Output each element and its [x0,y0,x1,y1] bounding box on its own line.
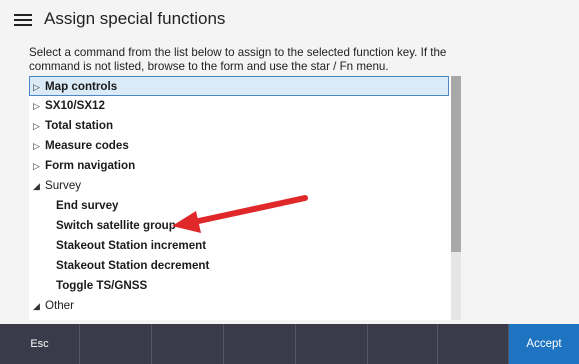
softkey-3[interactable] [152,324,224,364]
list-item-form-navigation[interactable]: ▷ Form navigation [29,156,449,176]
accept-label: Accept [526,338,562,350]
list-item-label: SX10/SX12 [45,99,105,112]
list-item-toggle-ts-gnss[interactable]: Toggle TS/GNSS [29,276,449,296]
list-item-label: Survey [45,179,82,192]
list-item-stakeout-station-decrement[interactable]: Stakeout Station decrement [29,256,449,276]
list-item-label: Toggle TS/GNSS [56,279,148,292]
command-list[interactable]: ▷ Map controls ▷ SX10/SX12 ▷ Total station … [29,76,461,320]
accept-button[interactable]: Accept [509,324,579,364]
list-scrollbar[interactable] [451,76,461,320]
title-bar: Assign special functions [0,0,579,40]
list-item-switch-satellite-group[interactable]: Switch satellite group [29,216,449,236]
page-title: Assign special functions [44,9,226,28]
expand-icon[interactable]: ▷ [33,96,45,116]
list-item-label: Switch satellite group [56,219,176,232]
list-item-map-controls[interactable]: ▷ Map controls [29,76,449,96]
expand-icon[interactable]: ▷ [33,136,45,156]
softkey-4[interactable] [224,324,296,364]
list-item-stakeout-station-increment[interactable]: Stakeout Station increment [29,236,449,256]
list-item-other[interactable]: ◢ Other [29,296,449,316]
hamburger-menu-icon[interactable] [14,14,32,27]
softkey-7[interactable] [438,324,509,364]
softkey-2[interactable] [80,324,152,364]
expand-icon[interactable]: ▷ [33,156,45,176]
list-item-end-survey[interactable]: End survey [29,196,449,216]
esc-label: Esc [30,338,49,350]
expand-icon[interactable]: ▷ [33,77,45,97]
scrollbar-thumb[interactable] [451,76,461,252]
softkey-5[interactable] [296,324,368,364]
list-item-label: Other [45,299,74,312]
bottom-toolbar: Esc Accept [0,324,579,364]
list-item-measure-codes[interactable]: ▷ Measure codes [29,136,449,156]
list-item-label: Map controls [45,80,118,93]
collapse-icon[interactable]: ◢ [33,296,45,316]
collapse-icon[interactable]: ◢ [33,176,45,196]
softkey-6[interactable] [368,324,438,364]
list-item-label: Stakeout Station increment [56,239,207,252]
list-item-label: End survey [56,199,119,212]
list-item-label: Form navigation [45,159,136,172]
list-item-sx10-sx12[interactable]: ▷ SX10/SX12 [29,96,449,116]
list-item-total-station[interactable]: ▷ Total station [29,116,449,136]
list-item-label: Stakeout Station decrement [56,259,210,272]
list-item-label: Measure codes [45,139,129,152]
list-item-label: Total station [45,119,114,132]
list-item-survey[interactable]: ◢ Survey [29,176,449,196]
instructions-text: Select a command from the list below to … [29,46,447,73]
esc-button[interactable]: Esc [0,324,80,364]
expand-icon[interactable]: ▷ [33,116,45,136]
